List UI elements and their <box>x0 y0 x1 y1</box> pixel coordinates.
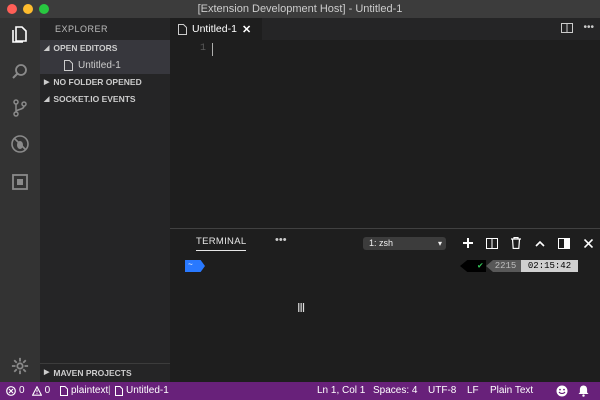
warning-count: 0 <box>44 385 51 396</box>
minimize-window-button[interactable] <box>23 4 33 14</box>
prompt-directory-segment: ~ <box>185 260 205 272</box>
feedback-button[interactable] <box>556 385 568 397</box>
active-file-indicator[interactable]: Untitled-1 <box>115 385 169 396</box>
terminal-select-value: 1: zsh <box>369 238 394 248</box>
open-editor-item[interactable]: Untitled-1 <box>40 57 170 74</box>
file-type-icon <box>115 385 123 396</box>
open-editor-name: Untitled-1 <box>78 60 121 71</box>
close-window-button[interactable] <box>7 4 17 14</box>
close-icon <box>583 238 593 248</box>
editor-area[interactable]: 1 <box>170 40 600 228</box>
search-icon[interactable] <box>8 60 32 84</box>
history-number: 2215 <box>486 260 521 272</box>
maximize-window-button[interactable] <box>39 4 49 14</box>
notifications-button[interactable] <box>578 385 589 397</box>
split-terminal-button[interactable] <box>484 236 500 250</box>
file-icon <box>178 23 187 35</box>
socket-io-label: SOCKET.IO EVENTS <box>53 94 136 104</box>
new-terminal-button[interactable] <box>460 236 476 250</box>
open-editors-label: OPEN EDITORS <box>53 43 118 53</box>
prompt-time: 02:15:42 <box>521 260 578 272</box>
chevron-up-icon <box>535 240 545 247</box>
select-caret-icon: ▾ <box>437 239 442 248</box>
active-file-name: Untitled-1 <box>126 385 169 396</box>
toggle-panel-layout-button[interactable] <box>556 236 572 250</box>
split-icon <box>486 237 498 249</box>
kill-terminal-button[interactable] <box>508 236 524 250</box>
error-icon <box>6 385 16 396</box>
split-editor-icon[interactable] <box>561 22 574 34</box>
plaintext-label: plaintext <box>71 385 109 396</box>
files-icon[interactable] <box>8 22 32 46</box>
more-actions-icon[interactable]: ••• <box>583 22 594 34</box>
language-mode-indicator[interactable]: Plain Text <box>490 385 533 396</box>
no-folder-section[interactable]: ▶ NO FOLDER OPENED <box>40 74 170 91</box>
window-controls <box>7 4 49 14</box>
encoding-indicator[interactable]: UTF-8 <box>428 385 456 396</box>
sidebar-title: EXPLORER <box>55 24 109 34</box>
explorer-sidebar: EXPLORER ◢ OPEN EDITORS Untitled-1 ▶ NO … <box>40 18 170 382</box>
panel-header: TERMINAL ••• 1: zsh ▾ <box>170 229 600 257</box>
tab-terminal[interactable]: TERMINAL <box>196 236 247 251</box>
no-folder-label: NO FOLDER OPENED <box>53 77 142 87</box>
eol-indicator[interactable]: LF <box>467 385 479 396</box>
open-editors-section[interactable]: ◢ OPEN EDITORS <box>40 40 170 57</box>
panel-more-icon[interactable]: ••• <box>275 234 287 246</box>
socket-io-section[interactable]: ◢ SOCKET.IO EVENTS <box>40 91 170 108</box>
indentation-indicator[interactable]: Spaces: 4 <box>373 385 417 396</box>
chevron-down-icon: ◢ <box>44 45 50 52</box>
cursor-position[interactable]: Ln 1, Col 1 <box>317 385 365 396</box>
close-icon[interactable]: ✕ <box>242 23 251 36</box>
chevron-right-icon: ▶ <box>44 369 50 376</box>
text-cursor-icon: Ⅲ <box>297 301 306 315</box>
panel-actions <box>460 236 596 250</box>
prompt-status-segment: ✔ 2215 02:15:42 <box>460 260 578 272</box>
error-count: 0 <box>19 385 25 396</box>
checkmark-icon: ✔ <box>460 260 486 272</box>
terminal-panel: TERMINAL ••• 1: zsh ▾ ~ ✔ 2215 02:15:42 … <box>170 228 600 382</box>
tab-label: Untitled-1 <box>192 23 237 35</box>
text-cursor <box>212 43 213 56</box>
activity-bar <box>0 18 40 382</box>
editor-tabs: Untitled-1 ✕ ••• <box>170 18 600 40</box>
warning-icon <box>31 385 42 396</box>
extensions-icon[interactable] <box>8 170 32 194</box>
problems-indicator[interactable]: 0 0 <box>6 385 50 396</box>
editor-actions: ••• <box>561 22 594 34</box>
line-number: 1 <box>200 43 207 54</box>
plus-icon <box>463 238 473 248</box>
trash-icon <box>511 237 521 249</box>
status-bar: 0 0 plaintext | Untitled-1 Ln 1, Col 1 S… <box>0 382 600 400</box>
maven-section[interactable]: ▶ MAVEN PROJECTS <box>40 364 170 382</box>
maven-label: MAVEN PROJECTS <box>53 368 132 378</box>
smiley-icon <box>556 385 568 397</box>
close-panel-button[interactable] <box>580 236 596 250</box>
panel-layout-icon <box>558 237 570 249</box>
chevron-right-icon: ▶ <box>44 79 50 86</box>
maximize-panel-button[interactable] <box>532 236 548 250</box>
title-bar: [Extension Development Host] - Untitled-… <box>0 0 600 18</box>
maven-section-wrapper: ▶ MAVEN PROJECTS <box>40 363 170 382</box>
tab-untitled-1[interactable]: Untitled-1 ✕ <box>170 18 262 40</box>
file-type-icon <box>60 385 68 396</box>
file-icon <box>64 60 73 71</box>
status-divider: | <box>108 385 111 396</box>
window-title: [Extension Development Host] - Untitled-… <box>197 3 403 15</box>
language-indicator-left[interactable]: plaintext <box>60 385 108 396</box>
debug-icon[interactable] <box>8 132 32 156</box>
terminal-select[interactable]: 1: zsh ▾ <box>363 237 446 250</box>
source-control-icon[interactable] <box>8 96 32 120</box>
chevron-down-icon: ◢ <box>44 96 50 103</box>
bell-icon <box>578 385 589 397</box>
settings-gear-icon[interactable] <box>8 354 32 378</box>
